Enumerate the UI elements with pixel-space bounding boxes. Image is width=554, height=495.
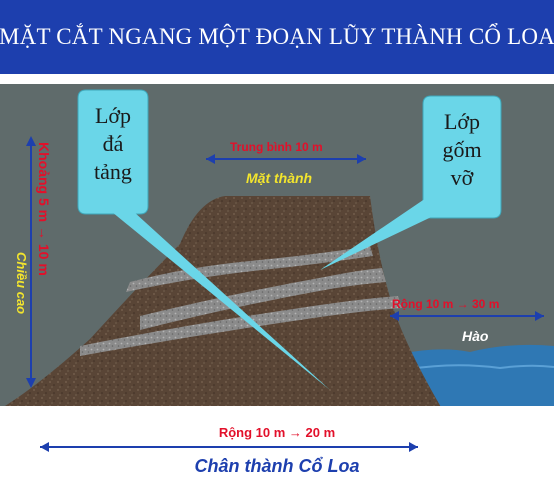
moat-width-label: Rộng 10 m → 30 m <box>392 297 500 311</box>
title-bar: MẶT CẮT NGANG MỘT ĐOẠN LŨY THÀNH CỔ LOA <box>0 0 554 74</box>
chan-thanh-label: Chân thành Cổ Loa <box>194 456 360 476</box>
base-width-label: Rộng 10 m → 20 m <box>218 425 336 440</box>
base-width-arrowhead-left <box>40 442 49 452</box>
mat-thanh-label: Mặt thành <box>246 170 313 186</box>
callout-stone-line-1: Lớp <box>94 103 132 128</box>
callout-stone-text: Lớp đá tảng <box>80 102 146 186</box>
chieu-cao-label: Chiều cao <box>14 252 29 315</box>
cross-section-diagram: Lớp đá tảng Lớp gốm vỡ Trung bình 10 m M… <box>0 84 554 414</box>
callout-pottery-text: Lớp gốm vỡ <box>425 108 499 192</box>
callout-stone-line-3: tảng <box>94 159 132 184</box>
callout-pottery-line-2: gốm <box>442 137 482 162</box>
base-width-arrow-svg <box>40 442 418 452</box>
callout-pottery-line-1: Lớp <box>443 109 481 134</box>
base-width-arrowhead-right <box>409 442 418 452</box>
height-range-label: Khoảng 5 m → 10 m <box>36 142 52 276</box>
top-width-label: Trung bình 10 m <box>230 140 323 154</box>
hao-label: Hào <box>462 328 489 344</box>
page-title: MẶT CẮT NGANG MỘT ĐOẠN LŨY THÀNH CỔ LOA <box>0 24 554 49</box>
callout-stone-line-2: đá <box>102 131 124 156</box>
ground-line <box>0 406 554 414</box>
callout-pottery-line-3: vỡ <box>450 165 474 190</box>
